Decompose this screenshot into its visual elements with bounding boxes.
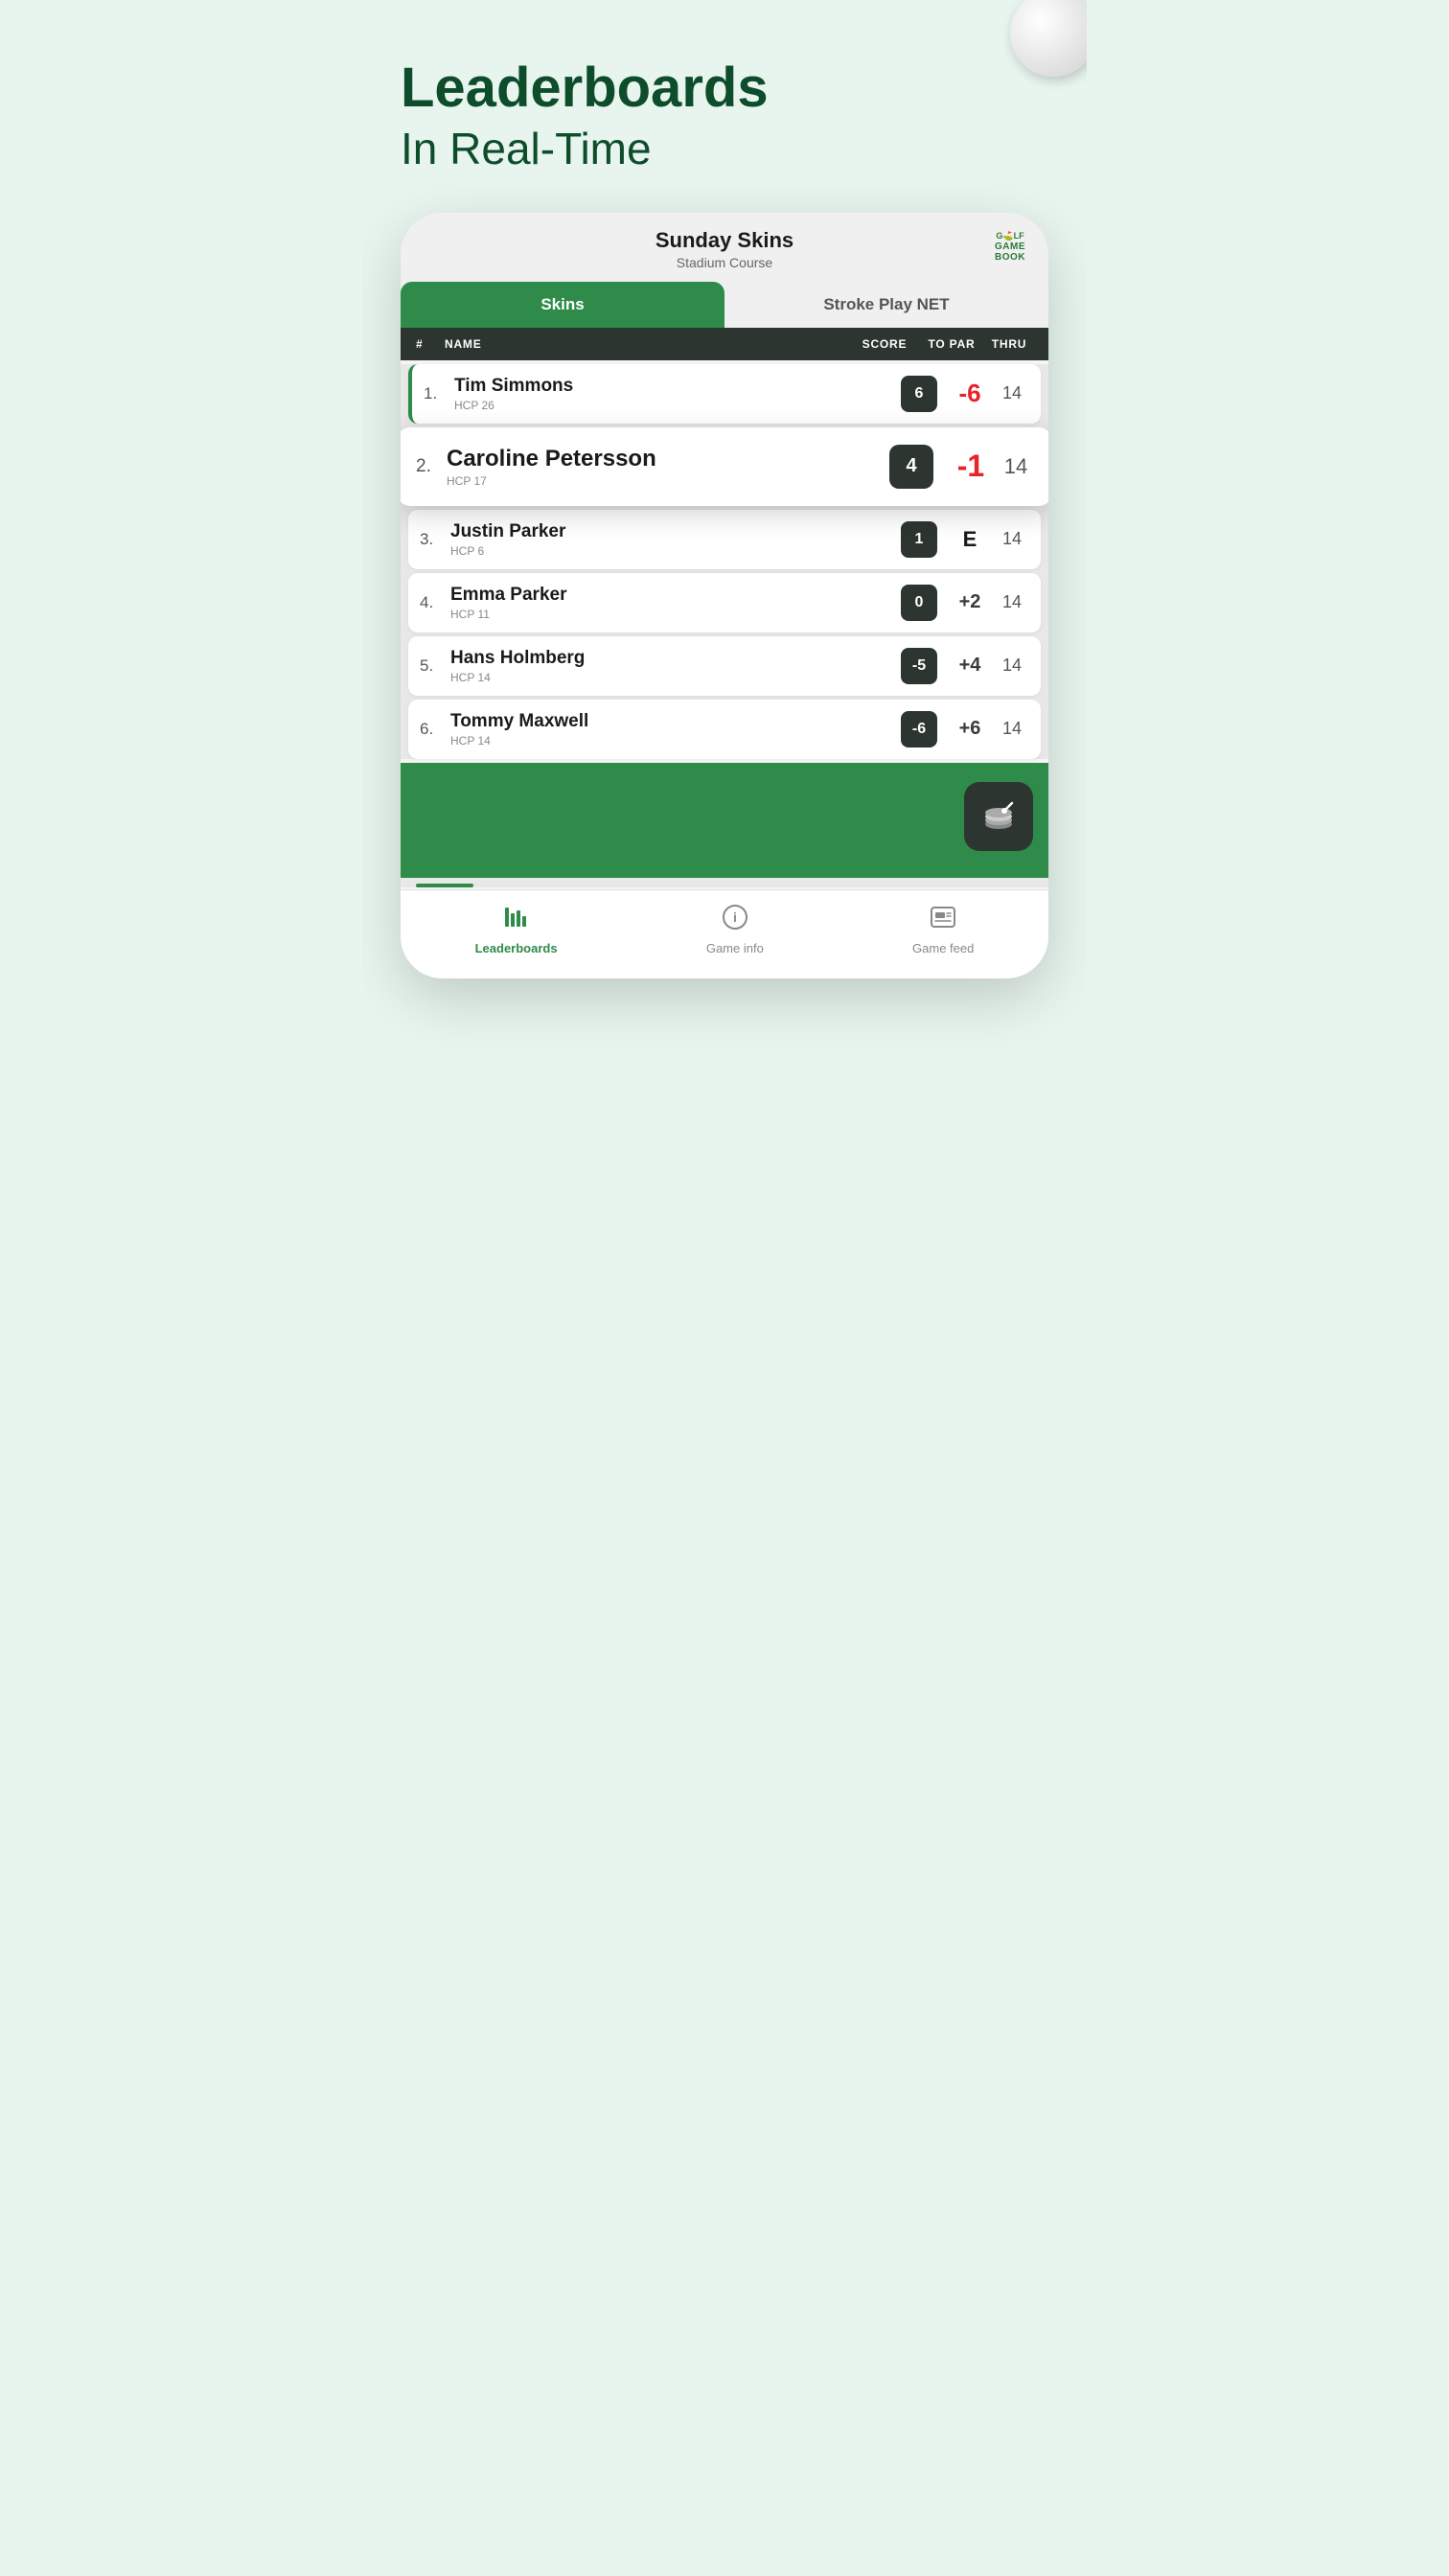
topar-value: +6 bbox=[945, 718, 995, 740]
tab-skins[interactable]: Skins bbox=[401, 282, 724, 328]
nav-label-game-info: Game info bbox=[706, 941, 764, 955]
row-info: Hans Holmberg HCP 14 bbox=[450, 648, 901, 684]
bottom-nav: Leaderboards i Game info bbox=[401, 889, 1048, 978]
table-row[interactable]: 6. Tommy Maxwell HCP 14 -6 +6 14 bbox=[408, 700, 1041, 759]
topar-value: -6 bbox=[945, 379, 995, 408]
score-badge: -5 bbox=[901, 648, 937, 684]
row-name: Tommy Maxwell bbox=[450, 711, 901, 732]
app-header: Sunday Skins Stadium Course G⛳LF GAME BO… bbox=[401, 213, 1048, 282]
score-value: 1 bbox=[915, 531, 924, 548]
nav-item-game-info[interactable]: i Game info bbox=[706, 904, 764, 955]
row-hcp: HCP 14 bbox=[450, 734, 901, 748]
topar-value: E bbox=[945, 527, 995, 552]
row-info: Emma Parker HCP 11 bbox=[450, 585, 901, 621]
headline: Leaderboards bbox=[401, 58, 1048, 119]
phone-mockup: Sunday Skins Stadium Course G⛳LF GAME BO… bbox=[401, 213, 1048, 978]
score-value: -5 bbox=[912, 657, 926, 675]
row-name: Caroline Petersson bbox=[447, 446, 889, 472]
topar-value: -1 bbox=[943, 448, 999, 484]
scroll-indicator-container bbox=[401, 878, 1048, 887]
row-name: Tim Simmons bbox=[454, 376, 901, 397]
thru-value: 14 bbox=[995, 719, 1029, 739]
score-value: 0 bbox=[915, 594, 924, 611]
table-row[interactable]: 3. Justin Parker HCP 6 1 E 14 bbox=[408, 510, 1041, 569]
logo-book: BOOK bbox=[995, 252, 1025, 263]
row-rank: 5. bbox=[420, 656, 450, 676]
table-row[interactable]: 1. Tim Simmons HCP 26 6 -6 14 bbox=[408, 364, 1041, 424]
topar-value: +4 bbox=[945, 655, 995, 677]
score-badge: 6 bbox=[901, 376, 937, 412]
thru-value: 14 bbox=[995, 656, 1029, 676]
leaderboard-body: 1. Tim Simmons HCP 26 6 -6 14 2. Carolin… bbox=[401, 364, 1048, 759]
th-score: SCORE bbox=[851, 337, 918, 351]
th-topar: TO PAR bbox=[918, 337, 985, 351]
chips-icon[interactable] bbox=[964, 782, 1033, 851]
app-logo: G⛳LF GAME BOOK bbox=[995, 232, 1025, 263]
score-value: 6 bbox=[915, 385, 924, 402]
nav-item-game-feed[interactable]: Game feed bbox=[912, 904, 974, 955]
th-name: NAME bbox=[445, 337, 851, 351]
table-row[interactable]: 2. Caroline Petersson HCP 17 4 -1 14 bbox=[401, 427, 1048, 506]
row-hcp: HCP 17 bbox=[447, 474, 889, 488]
row-rank: 2. bbox=[416, 456, 447, 477]
score-value: -6 bbox=[912, 721, 926, 738]
score-badge: -6 bbox=[901, 711, 937, 748]
thru-value: 14 bbox=[995, 592, 1029, 612]
game-feed-icon bbox=[930, 904, 956, 937]
highlighted-row-wrapper: 2. Caroline Petersson HCP 17 4 -1 14 bbox=[401, 427, 1048, 506]
row-name: Justin Parker bbox=[450, 521, 901, 542]
tabs-container: Skins Stroke Play NET bbox=[401, 282, 1048, 328]
nav-item-leaderboards[interactable]: Leaderboards bbox=[475, 904, 558, 955]
row-hcp: HCP 11 bbox=[450, 608, 901, 621]
table-header: # NAME SCORE TO PAR THRU bbox=[401, 328, 1048, 360]
score-badge: 1 bbox=[901, 521, 937, 558]
topar-value: +2 bbox=[945, 591, 995, 613]
nav-label-game-feed: Game feed bbox=[912, 941, 974, 955]
page-wrapper: Leaderboards In Real-Time Sunday Skins S… bbox=[362, 0, 1087, 1055]
table-row[interactable]: 5. Hans Holmberg HCP 14 -5 +4 14 bbox=[408, 636, 1041, 696]
row-info: Caroline Petersson HCP 17 bbox=[447, 446, 889, 488]
scroll-indicator bbox=[416, 884, 473, 887]
row-rank: 4. bbox=[420, 593, 450, 612]
table-row[interactable]: 4. Emma Parker HCP 11 0 +2 14 bbox=[408, 573, 1041, 632]
leaderboards-icon bbox=[503, 904, 530, 937]
row-rank: 1. bbox=[424, 384, 454, 403]
logo-game: GAME bbox=[995, 242, 1025, 252]
row-info: Tim Simmons HCP 26 bbox=[454, 376, 901, 412]
tab-stroke-play-net[interactable]: Stroke Play NET bbox=[724, 282, 1048, 328]
thru-value: 14 bbox=[995, 383, 1029, 403]
logo-golf: G⛳LF bbox=[996, 232, 1024, 242]
row-hcp: HCP 26 bbox=[454, 399, 901, 412]
nav-label-leaderboards: Leaderboards bbox=[475, 941, 558, 955]
green-section bbox=[401, 763, 1048, 878]
row-info: Tommy Maxwell HCP 14 bbox=[450, 711, 901, 748]
row-name: Emma Parker bbox=[450, 585, 901, 606]
th-rank: # bbox=[416, 337, 445, 351]
th-thru: THRU bbox=[985, 337, 1033, 351]
row-hcp: HCP 6 bbox=[450, 544, 901, 558]
row-info: Justin Parker HCP 6 bbox=[450, 521, 901, 558]
row-hcp: HCP 14 bbox=[450, 671, 901, 684]
thru-value: 14 bbox=[995, 529, 1029, 549]
app-title: Sunday Skins bbox=[656, 228, 794, 253]
row-rank: 6. bbox=[420, 720, 450, 739]
score-badge: 0 bbox=[901, 585, 937, 621]
app-header-center: Sunday Skins Stadium Course bbox=[656, 228, 794, 270]
row-name: Hans Holmberg bbox=[450, 648, 901, 669]
thru-value: 14 bbox=[999, 454, 1033, 479]
game-info-icon: i bbox=[722, 904, 748, 937]
score-badge: 4 bbox=[889, 445, 933, 489]
score-value: 4 bbox=[906, 455, 916, 477]
svg-text:i: i bbox=[733, 909, 737, 925]
app-subtitle: Stadium Course bbox=[656, 255, 794, 270]
row-rank: 3. bbox=[420, 530, 450, 549]
subheadline: In Real-Time bbox=[401, 123, 1048, 174]
